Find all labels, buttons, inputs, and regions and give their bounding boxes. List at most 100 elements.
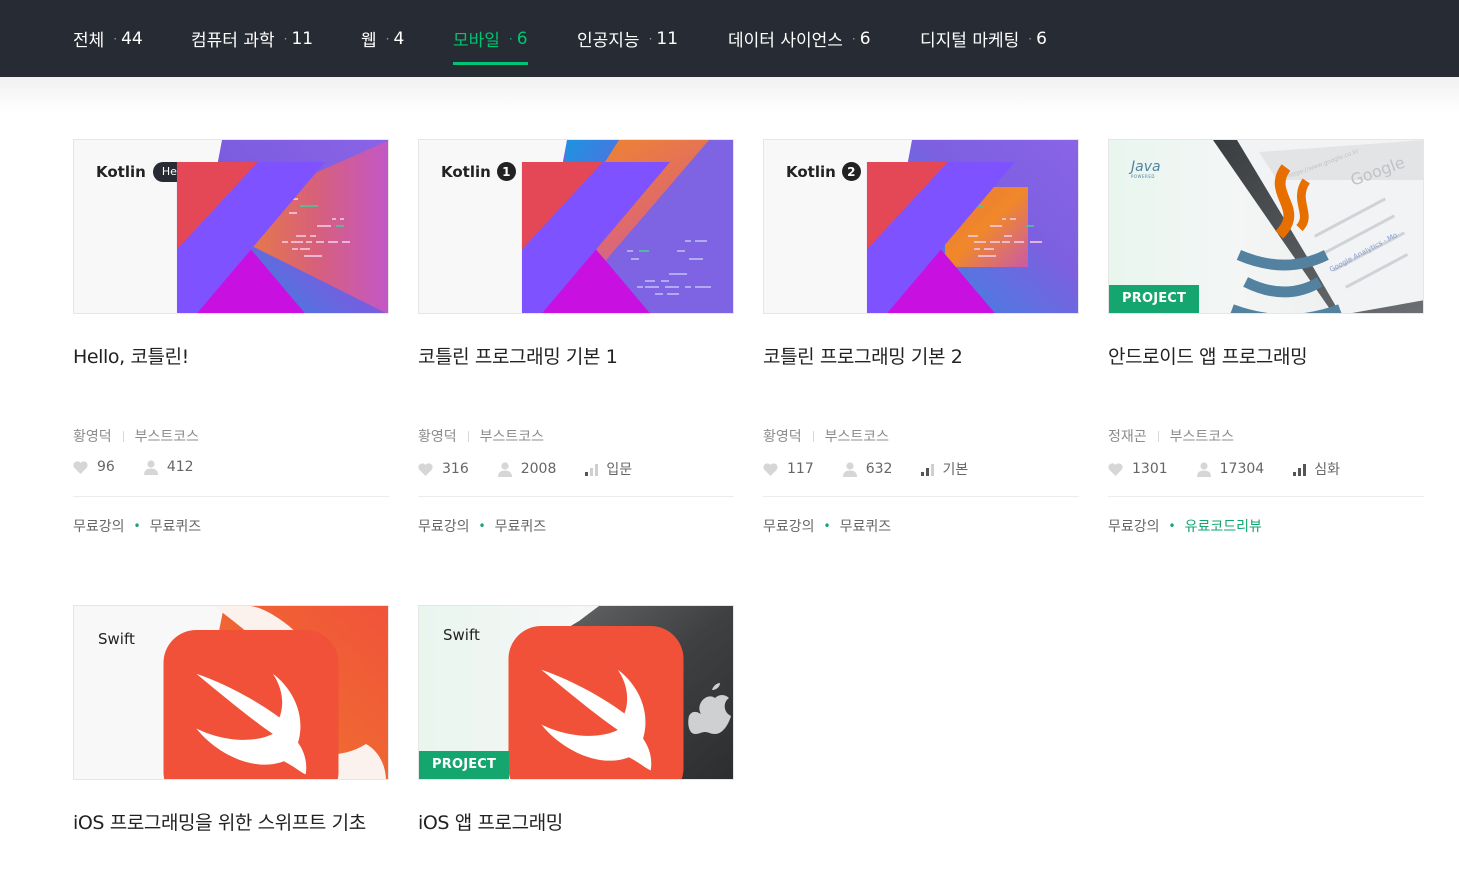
tab-web[interactable]: 웹 · 4 <box>361 0 404 77</box>
tab-ai[interactable]: 인공지능 · 11 <box>577 0 678 77</box>
level-stat: 기본 <box>921 459 968 479</box>
thumbnail-logo: Kotlin Hello <box>93 162 326 313</box>
like-stat: 1301 <box>1108 461 1168 477</box>
course-stats: 316 2008 입문 <box>418 459 661 479</box>
tab-count: 11 <box>656 28 679 49</box>
heart-icon <box>73 460 88 474</box>
tab-count: 44 <box>121 28 143 49</box>
course-card[interactable]: Kotlin 1 코틀린 프로그래밍 기본 1 황영덕 부스트코스 316 200… <box>418 139 734 535</box>
tag-free-quiz: 무료퀴즈 <box>494 519 547 535</box>
level-bars-icon <box>585 463 599 476</box>
course-card[interactable]: Google https://www.google.co.kr Google A… <box>1108 139 1424 535</box>
course-tags: 무료강의 • 무료퀴즈 <box>763 516 891 536</box>
tag-free-lecture: 무료강의 <box>418 519 470 535</box>
card-divider <box>73 496 389 497</box>
level-bars-icon <box>921 463 935 476</box>
level-bars-icon <box>1293 463 1307 476</box>
thumbnail-logo: Java POWERED <box>1128 154 1342 313</box>
like-count: 316 <box>442 461 469 477</box>
tag-paid-code-review: 유료코드리뷰 <box>1184 519 1262 535</box>
course-card[interactable]: Kotlin 2 코틀린 프로그래밍 기본 2 황영덕 부스트코스 117 632… <box>763 139 1079 535</box>
course-meta: 황영덕 부스트코스 <box>418 426 544 446</box>
kotlin-icon <box>866 162 1016 313</box>
tab-digital-marketing[interactable]: 디지털 마케팅 · 6 <box>920 0 1047 77</box>
tab-label: 인공지능 <box>577 31 640 51</box>
course-card[interactable]: Swift PROJECT iOS 앱 프로그래밍 <box>418 605 734 835</box>
provider-name[interactable]: 부스트코스 <box>135 426 199 446</box>
course-card[interactable]: Kotlin Hello Hello, 코틀린! 황영덕 부스트코스 96 412… <box>73 139 389 535</box>
heart-icon <box>763 462 778 476</box>
swift-icon <box>163 630 339 779</box>
thumbnail-logo: Swift <box>93 630 339 779</box>
kotlin-icon <box>176 162 326 313</box>
tag-free-quiz: 무료퀴즈 <box>839 519 892 535</box>
course-thumbnail[interactable]: Swift <box>73 605 389 780</box>
course-meta: 황영덕 부스트코스 <box>73 426 199 446</box>
course-title[interactable]: 코틀린 프로그래밍 기본 2 <box>763 342 1079 369</box>
tag-free-lecture: 무료강의 <box>1108 519 1160 535</box>
tag-free-quiz: 무료퀴즈 <box>149 519 202 535</box>
project-badge: PROJECT <box>419 751 510 779</box>
category-nav: 전체 · 44 컴퓨터 과학 · 11 웹 · 4 모바일 · 6 인공지능 · 11 데이터 사이… <box>0 0 1459 77</box>
tab-label: 디지털 마케팅 <box>920 31 1020 51</box>
provider-name[interactable]: 부스트코스 <box>1170 426 1234 446</box>
course-title[interactable]: iOS 앱 프로그래밍 <box>418 808 734 835</box>
student-count: 2008 <box>520 461 557 477</box>
tab-all[interactable]: 전체 · 44 <box>73 0 143 77</box>
course-stats: 96 412 <box>73 459 223 475</box>
thumbnail-logo: Kotlin 1 <box>438 162 671 313</box>
provider-name[interactable]: 부스트코스 <box>480 426 544 446</box>
person-icon <box>1196 461 1211 477</box>
tab-label: 데이터 사이언스 <box>728 31 843 51</box>
course-stats: 117 632 기본 <box>763 459 997 479</box>
course-title[interactable]: 코틀린 프로그래밍 기본 1 <box>418 342 734 369</box>
tab-label: 컴퓨터 과학 <box>191 31 275 51</box>
level-label: 기본 <box>942 462 969 478</box>
tab-computer-science[interactable]: 컴퓨터 과학 · 11 <box>191 0 313 77</box>
instructor-name[interactable]: 황영덕 <box>763 426 802 446</box>
tag-free-lecture: 무료강의 <box>763 519 815 535</box>
like-stat: 96 <box>73 459 115 475</box>
course-title[interactable]: Hello, 코틀린! <box>73 342 389 369</box>
heart-icon <box>1108 462 1123 476</box>
course-tags: 무료강의 • 무료퀴즈 <box>73 516 201 536</box>
tab-count: 6 <box>1036 28 1047 49</box>
course-thumbnail[interactable]: Kotlin 2 <box>763 139 1079 314</box>
course-meta: 황영덕 부스트코스 <box>763 426 889 446</box>
course-thumbnail[interactable]: Google https://www.google.co.kr Google A… <box>1108 139 1424 314</box>
tab-mobile[interactable]: 모바일 · 6 <box>453 0 528 77</box>
course-thumbnail[interactable]: Kotlin 1 <box>418 139 734 314</box>
course-card[interactable]: Swift iOS 프로그래밍을 위한 스위프트 기초 <box>73 605 389 835</box>
course-tags: 무료강의 • 유료코드리뷰 <box>1108 516 1262 536</box>
level-stat: 입문 <box>585 459 632 479</box>
instructor-name[interactable]: 정재곤 <box>1108 426 1147 446</box>
provider-name[interactable]: 부스트코스 <box>825 426 889 446</box>
student-stat: 2008 <box>497 461 557 477</box>
nav-shadow <box>0 77 1459 113</box>
like-count: 117 <box>787 461 814 477</box>
level-label: 심화 <box>1314 462 1340 478</box>
like-count: 96 <box>97 459 115 475</box>
course-title[interactable]: iOS 프로그래밍을 위한 스위프트 기초 <box>73 808 389 835</box>
student-count: 17304 <box>1219 461 1265 477</box>
course-tags: 무료강의 • 무료퀴즈 <box>418 516 546 536</box>
course-meta: 정재곤 부스트코스 <box>1108 426 1234 446</box>
student-count: 632 <box>865 461 893 477</box>
student-count: 412 <box>166 459 194 475</box>
tab-count: 6 <box>516 28 528 49</box>
instructor-name[interactable]: 황영덕 <box>418 426 457 446</box>
kotlin-icon <box>521 162 671 313</box>
course-thumbnail[interactable]: Kotlin Hello <box>73 139 389 314</box>
course-thumbnail[interactable]: Swift PROJECT <box>418 605 734 780</box>
tab-label: 전체 <box>73 31 105 51</box>
thumbnail-logo: Kotlin 2 <box>783 162 1016 313</box>
person-icon <box>143 459 158 475</box>
course-title[interactable]: 안드로이드 앱 프로그래밍 <box>1108 342 1424 369</box>
person-icon <box>842 461 857 477</box>
like-count: 1301 <box>1132 461 1168 477</box>
instructor-name[interactable]: 황영덕 <box>73 426 112 446</box>
tab-count: 4 <box>393 28 405 49</box>
tab-label: 웹 <box>361 31 377 51</box>
course-stats: 1301 17304 심화 <box>1108 459 1369 479</box>
tab-data-science[interactable]: 데이터 사이언스 · 6 <box>728 0 871 77</box>
